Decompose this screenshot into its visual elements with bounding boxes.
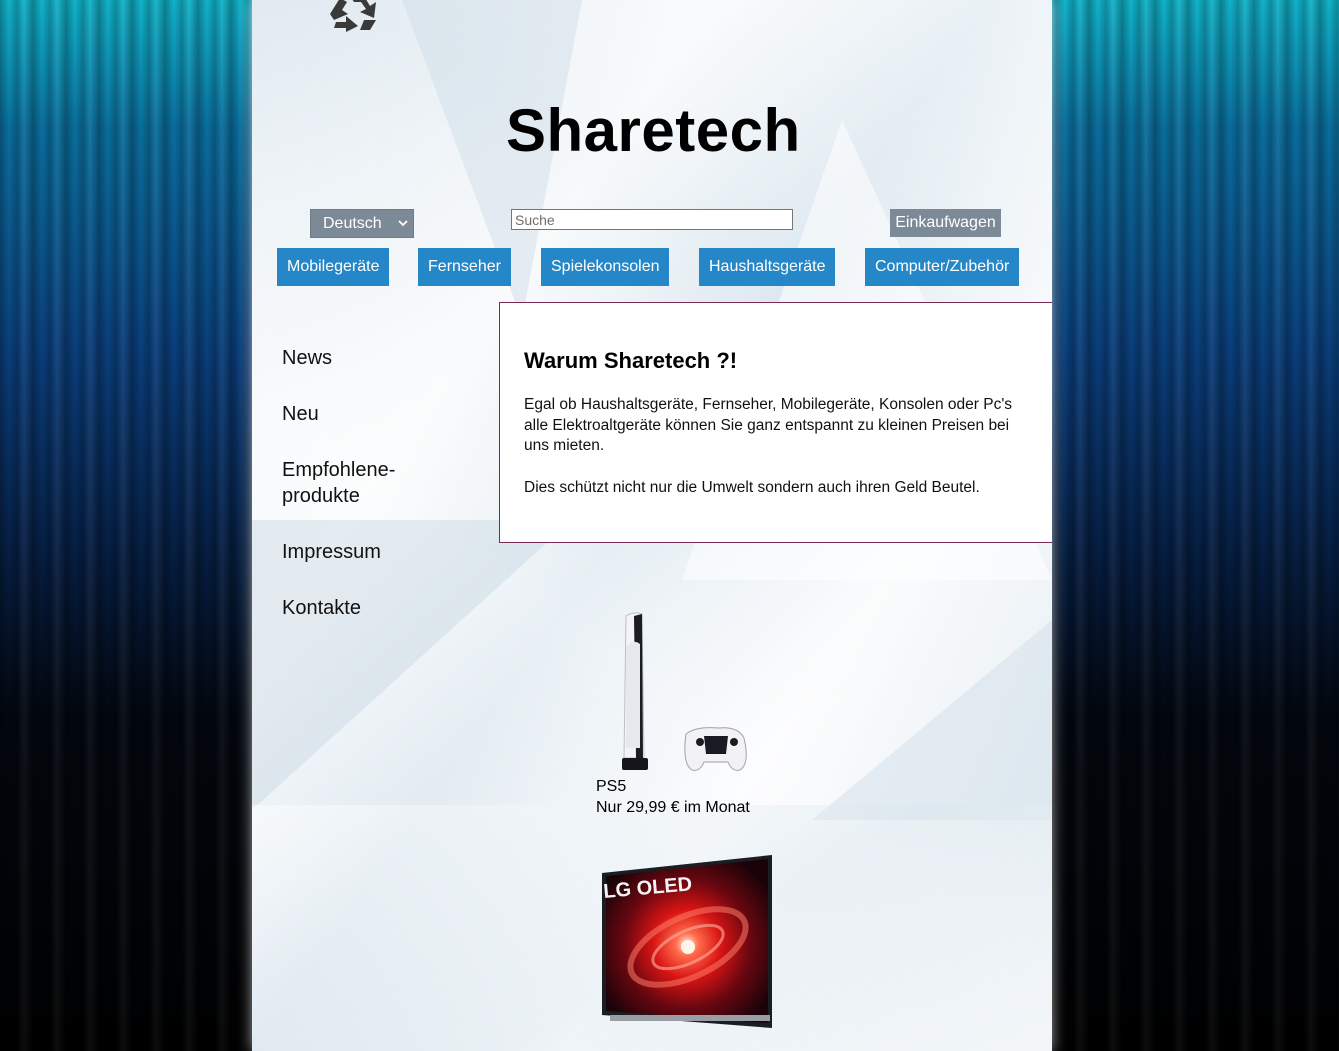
background-facet [812,620,1052,820]
chevron-down-icon [398,220,408,227]
sidebar-item-empfohlene-produkte[interactable]: Empfohlene-produkte [282,457,422,509]
intro-paragraph: Egal ob Haushaltsgeräte, Fernseher, Mobi… [524,396,1013,454]
category-button-computer-zubehoer[interactable]: Computer/Zubehör [865,248,1019,286]
intro-title: Warum Sharetech ?! [524,348,738,373]
sidebar-item-neu[interactable]: Neu [282,401,452,427]
ps5-console-image[interactable] [596,608,756,776]
sidebar-item-news[interactable]: News [282,345,452,371]
category-button-mobilegeraete[interactable]: Mobilegeräte [277,248,389,286]
language-select[interactable]: Deutsch [310,209,414,238]
product-card[interactable]: LG OLED [596,853,776,1031]
language-select-value: Deutsch [323,214,382,232]
sidebar-item-kontakte[interactable]: Kontakte [282,595,452,621]
product-price: Nur 29,99 € im Monat [596,799,750,816]
category-button-spielekonsolen[interactable]: Spielekonsolen [541,248,669,286]
product-card[interactable]: PS5 Nur 29,99 € im Monat [596,608,756,818]
category-button-fernseher[interactable]: Fernseher [418,248,511,286]
intro-paragraph: Dies schützt nicht nur die Umwelt sonder… [524,478,980,496]
category-button-haushaltsgeraete[interactable]: Haushaltsgeräte [699,248,835,286]
product-name: PS5 [596,778,627,795]
sidebar-nav: News Neu Empfohlene-produkte Impressum K… [282,345,452,651]
cart-button[interactable]: Einkaufwagen [890,209,1001,237]
page-container: Sharetech Deutsch Einkaufwagen Mobileger… [252,0,1052,1051]
intro-box: Warum Sharetech ?! Egal ob Haushaltsgerä… [499,302,1052,543]
sidebar-item-impressum[interactable]: Impressum [282,539,452,565]
site-title: Sharetech [506,97,801,164]
lg-oled-tv-image[interactable]: LG OLED [596,853,776,1031]
recycle-icon[interactable] [320,0,386,32]
search-input[interactable] [511,209,793,230]
